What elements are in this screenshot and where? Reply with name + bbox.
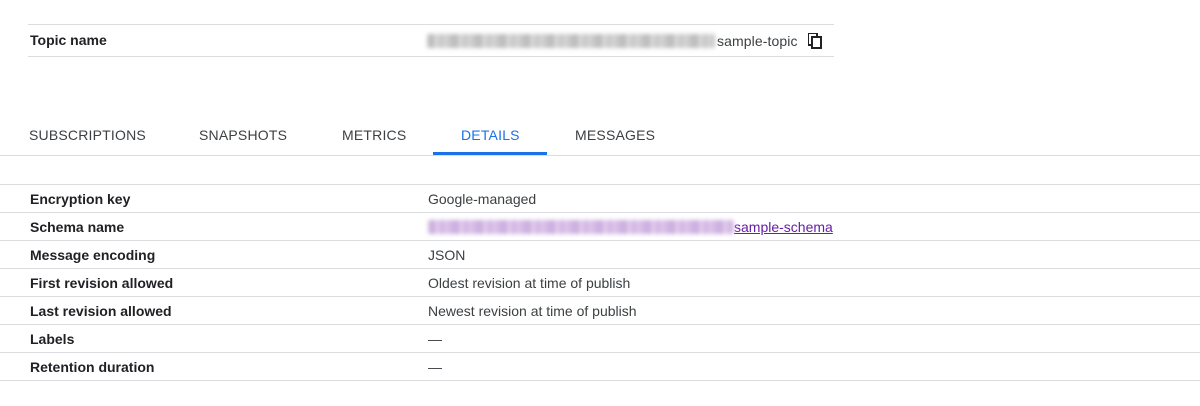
topic-name-value: sample-topic xyxy=(427,31,822,51)
tab-subscriptions[interactable]: SUBSCRIPTIONS xyxy=(29,127,146,143)
detail-row-message-encoding: Message encoding JSON xyxy=(0,240,1200,268)
tab-details[interactable]: DETAILS xyxy=(461,127,520,143)
redacted-schema-path xyxy=(428,220,734,234)
topic-details-page: Topic name sample-topic SUBSCRIPTIONS SN… xyxy=(0,0,1200,406)
tab-bar: SUBSCRIPTIONS SNAPSHOTS METRICS DETAILS … xyxy=(0,112,1200,156)
last-revision-label: Last revision allowed xyxy=(30,303,172,319)
tab-metrics[interactable]: METRICS xyxy=(342,127,406,143)
topic-name-text: sample-topic xyxy=(717,33,798,49)
first-revision-value: Oldest revision at time of publish xyxy=(428,275,631,291)
detail-row-encryption-key: Encryption key Google-managed xyxy=(0,184,1200,212)
message-encoding-value: JSON xyxy=(428,247,466,263)
schema-name-label: Schema name xyxy=(30,219,125,235)
last-revision-value: Newest revision at time of publish xyxy=(428,303,637,319)
detail-row-retention: Retention duration — xyxy=(0,352,1200,381)
tab-snapshots[interactable]: SNAPSHOTS xyxy=(199,127,287,143)
labels-label: Labels xyxy=(30,331,75,347)
redacted-topic-path xyxy=(427,34,715,48)
labels-value: — xyxy=(428,331,442,347)
encryption-key-label: Encryption key xyxy=(30,191,131,207)
schema-name-value: sample-schema xyxy=(428,219,833,235)
topic-name-label: Topic name xyxy=(30,32,107,48)
message-encoding-label: Message encoding xyxy=(30,247,156,263)
active-tab-indicator xyxy=(433,152,547,155)
detail-row-schema-name: Schema name sample-schema xyxy=(0,212,1200,240)
tab-messages[interactable]: MESSAGES xyxy=(575,127,655,143)
detail-row-labels: Labels — xyxy=(0,324,1200,352)
encryption-key-value: Google-managed xyxy=(428,191,537,207)
schema-name-link[interactable]: sample-schema xyxy=(734,219,833,235)
content-copy-icon[interactable] xyxy=(807,33,822,49)
first-revision-label: First revision allowed xyxy=(30,275,174,291)
retention-duration-value: — xyxy=(428,359,442,375)
detail-row-first-revision: First revision allowed Oldest revision a… xyxy=(0,268,1200,296)
details-table: Encryption key Google-managed Schema nam… xyxy=(0,184,1200,381)
detail-row-last-revision: Last revision allowed Newest revision at… xyxy=(0,296,1200,324)
topic-name-row: Topic name sample-topic xyxy=(28,24,834,57)
retention-duration-label: Retention duration xyxy=(30,359,155,375)
